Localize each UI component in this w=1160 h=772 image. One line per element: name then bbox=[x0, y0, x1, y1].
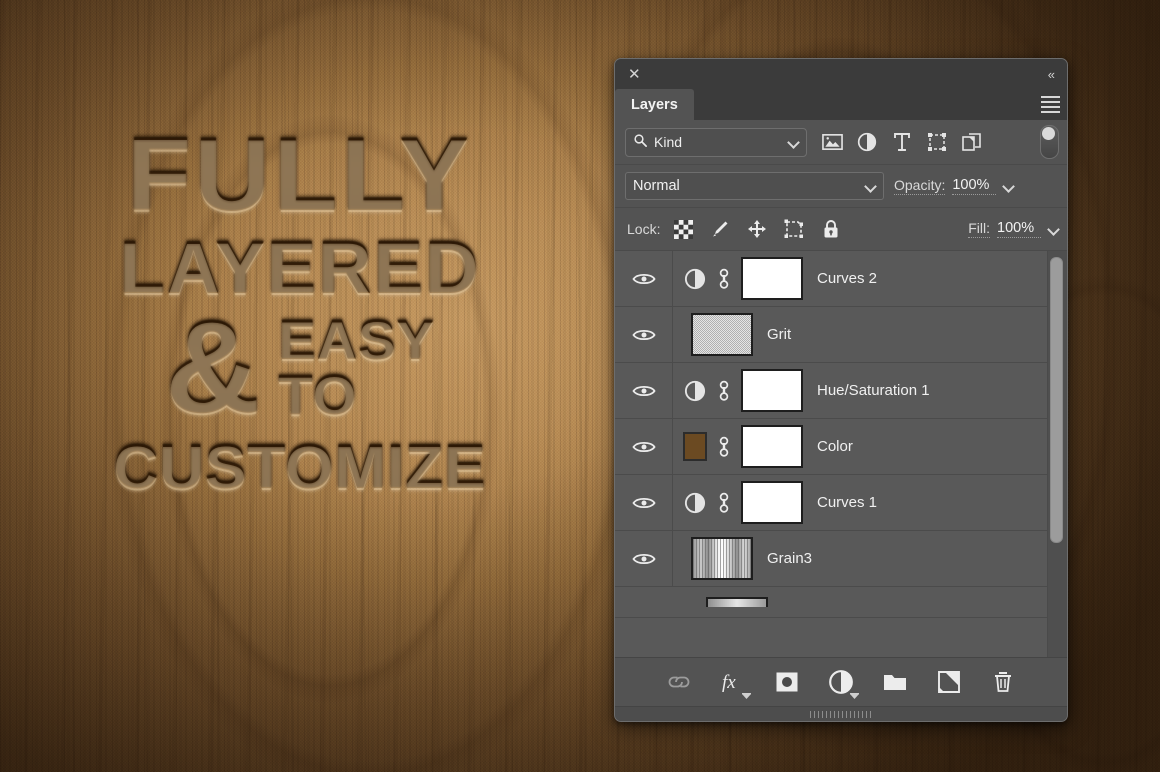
layer-list-scrollbar[interactable] bbox=[1050, 257, 1063, 543]
svg-text:fx: fx bbox=[722, 672, 736, 693]
layer-visibility-toggle[interactable] bbox=[615, 363, 673, 418]
table-row[interactable]: Curves 2 bbox=[615, 251, 1067, 307]
image-filter-icon[interactable] bbox=[821, 131, 843, 153]
blend-mode-select[interactable]: Normal bbox=[625, 172, 884, 200]
layer-visibility-toggle[interactable] bbox=[615, 419, 673, 474]
layer-name[interactable]: Hue/Saturation 1 bbox=[817, 382, 930, 399]
fill-value[interactable]: 100% bbox=[997, 220, 1041, 238]
layer-list[interactable]: Curves 2 Grit Hue/Saturation 1 bbox=[615, 251, 1067, 658]
resize-grip-icon[interactable] bbox=[810, 711, 872, 718]
layer-mask-link-icon[interactable] bbox=[713, 380, 735, 402]
layer-mask-link-icon[interactable] bbox=[713, 436, 735, 458]
filter-kind-select[interactable]: Kind bbox=[625, 128, 807, 157]
table-row[interactable]: Grain3 bbox=[615, 531, 1067, 587]
panel-bottom-toolbar: fx bbox=[615, 658, 1067, 706]
caret-down-icon bbox=[742, 693, 751, 699]
search-icon bbox=[633, 133, 648, 151]
filter-enable-toggle[interactable] bbox=[1040, 125, 1059, 159]
engraved-line-to: TO bbox=[278, 368, 357, 421]
add-layer-mask-icon[interactable] bbox=[772, 667, 802, 697]
close-icon[interactable]: ✕ bbox=[628, 67, 641, 82]
new-group-icon[interactable] bbox=[880, 667, 910, 697]
layers-panel: ✕ « Layers Kind bbox=[614, 58, 1068, 722]
engraved-line-fully: FULLY bbox=[40, 126, 560, 225]
layer-name[interactable]: Curves 2 bbox=[817, 270, 877, 287]
panel-tab-row: Layers bbox=[615, 89, 1067, 120]
engraved-ampersand: & bbox=[165, 314, 262, 420]
layer-thumbnail[interactable] bbox=[691, 537, 753, 580]
layer-visibility-toggle[interactable] bbox=[615, 475, 673, 530]
layer-mask-link-icon[interactable] bbox=[713, 268, 735, 290]
fill-field[interactable]: Fill: 100% bbox=[968, 220, 1059, 238]
table-row[interactable]: Color bbox=[615, 419, 1067, 475]
adjustment-layer-icon bbox=[683, 492, 707, 514]
layer-name[interactable]: Grain3 bbox=[767, 550, 812, 567]
engraved-row-easy-to: & EASY TO bbox=[40, 313, 560, 421]
blend-mode-row: Normal Opacity: 100% bbox=[615, 165, 1067, 208]
delete-layer-icon[interactable] bbox=[988, 667, 1018, 697]
fill-label: Fill: bbox=[968, 220, 990, 238]
layer-name[interactable]: Grit bbox=[767, 326, 791, 343]
link-layers-icon[interactable] bbox=[664, 667, 694, 697]
adjustment-layer-icon bbox=[683, 268, 707, 290]
opacity-label: Opacity: bbox=[894, 177, 945, 195]
layer-name[interactable]: Curves 1 bbox=[817, 494, 877, 511]
chevron-down-icon[interactable] bbox=[1003, 181, 1014, 192]
adjustment-layer-icon bbox=[683, 380, 707, 402]
engraved-easy-to-stack: EASY TO bbox=[278, 313, 435, 421]
lock-transparent-pixels-icon[interactable] bbox=[672, 218, 694, 240]
engraved-line-customize: CUSTOMIZE bbox=[40, 439, 560, 498]
table-row[interactable]: Curves 1 bbox=[615, 475, 1067, 531]
engraved-line-easy: EASY bbox=[278, 313, 435, 366]
panel-menu-icon[interactable] bbox=[1033, 89, 1067, 120]
lock-icon-group bbox=[672, 218, 842, 240]
layer-mask-link-icon[interactable] bbox=[713, 492, 735, 514]
lock-position-icon[interactable] bbox=[746, 218, 768, 240]
layer-visibility-toggle[interactable] bbox=[615, 307, 673, 362]
shape-filter-icon[interactable] bbox=[926, 131, 948, 153]
layer-mask-thumbnail[interactable] bbox=[741, 369, 803, 412]
layer-filter-row: Kind bbox=[615, 120, 1067, 165]
lock-all-icon[interactable] bbox=[820, 218, 842, 240]
opacity-field[interactable]: Opacity: 100% bbox=[894, 177, 1014, 195]
engraved-headline-block: FULLY LAYERED & EASY TO CUSTOMIZE bbox=[40, 126, 560, 498]
engraved-line-layered: LAYERED bbox=[40, 233, 560, 303]
adjustment-filter-icon[interactable] bbox=[856, 131, 878, 153]
blend-mode-value: Normal bbox=[633, 178, 865, 194]
tab-layers[interactable]: Layers bbox=[615, 89, 694, 120]
layer-style-fx-icon[interactable]: fx bbox=[718, 667, 748, 697]
chevron-down-icon[interactable] bbox=[1048, 224, 1059, 235]
table-row[interactable]: Hue/Saturation 1 bbox=[615, 363, 1067, 419]
smart-object-filter-icon[interactable] bbox=[961, 131, 983, 153]
new-adjustment-layer-icon[interactable] bbox=[826, 667, 856, 697]
layer-thumbnail[interactable] bbox=[691, 313, 753, 356]
panel-resize-footer[interactable] bbox=[615, 706, 1067, 721]
chevron-down-icon bbox=[865, 181, 876, 192]
lock-image-pixels-icon[interactable] bbox=[709, 218, 731, 240]
layer-mask-thumbnail[interactable] bbox=[741, 481, 803, 524]
lock-label: Lock: bbox=[627, 221, 660, 237]
layer-name[interactable]: Color bbox=[817, 438, 853, 455]
opacity-value[interactable]: 100% bbox=[952, 177, 996, 195]
table-row-partial[interactable] bbox=[615, 587, 1067, 618]
collapse-to-icons-chevron-icon[interactable]: « bbox=[1048, 67, 1054, 82]
solid-color-swatch-icon bbox=[683, 432, 707, 461]
layer-mask-thumbnail[interactable] bbox=[741, 425, 803, 468]
panel-titlebar: ✕ « bbox=[615, 59, 1067, 89]
new-layer-icon[interactable] bbox=[934, 667, 964, 697]
layer-mask-thumbnail[interactable] bbox=[741, 257, 803, 300]
layer-visibility-toggle[interactable] bbox=[615, 251, 673, 306]
chevron-down-icon bbox=[788, 137, 799, 148]
layer-visibility-toggle[interactable] bbox=[615, 531, 673, 586]
type-filter-icon[interactable] bbox=[891, 131, 913, 153]
filter-kind-label: Kind bbox=[654, 134, 782, 150]
lock-artboard-nesting-icon[interactable] bbox=[783, 218, 805, 240]
filter-type-icons bbox=[821, 131, 983, 153]
lock-row: Lock: Fill: 100% bbox=[615, 208, 1067, 251]
layer-thumbnail[interactable] bbox=[706, 597, 768, 607]
caret-down-icon bbox=[850, 693, 859, 699]
table-row[interactable]: Grit bbox=[615, 307, 1067, 363]
tab-filler bbox=[694, 89, 1033, 120]
